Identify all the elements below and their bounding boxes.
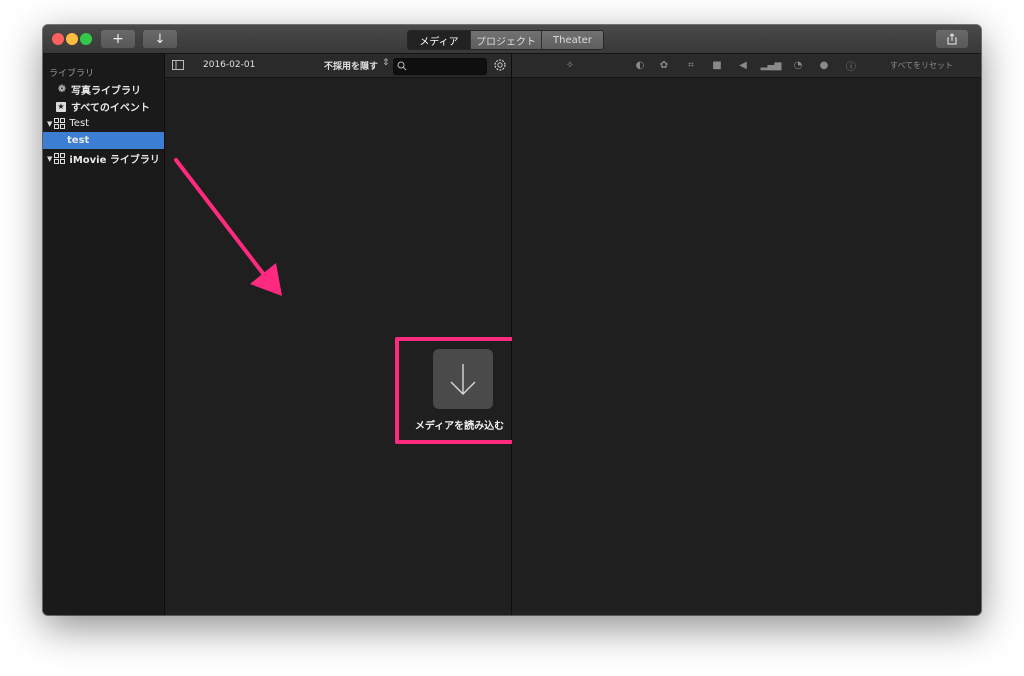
annotation-arrow bbox=[174, 158, 282, 296]
